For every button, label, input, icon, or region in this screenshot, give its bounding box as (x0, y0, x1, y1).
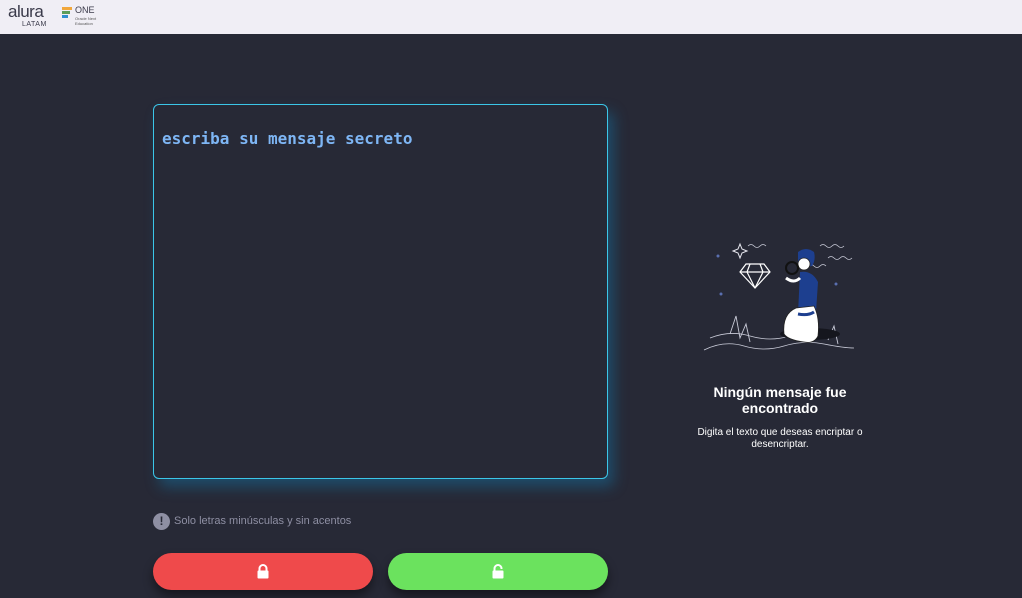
one-logo-text: ONE (75, 5, 95, 15)
input-hint: ! Solo letras minúsculas y sin acentos (153, 511, 351, 531)
lock-icon (257, 564, 269, 579)
exclamation-icon: ! (153, 512, 170, 530)
decrypt-button[interactable] (388, 553, 608, 590)
encrypt-button[interactable] (153, 553, 373, 590)
hint-text: Solo letras minúsculas y sin acentos (174, 515, 352, 527)
alura-logo[interactable]: alura LATAM (8, 2, 52, 32)
search-illustration-icon (703, 242, 855, 351)
message-input[interactable] (154, 105, 607, 478)
top-bar: alura LATAM ONE Oracle Next Education (0, 0, 1022, 34)
unlock-icon (492, 564, 504, 579)
result-title: Ningún mensaje fue encontrado (713, 384, 847, 416)
one-logo-subtext: Oracle Next Education (75, 16, 97, 26)
message-input-box (153, 104, 608, 479)
alura-logo-text: alura (8, 2, 44, 21)
alura-logo-subtext: LATAM (22, 21, 47, 28)
result-description: Digita el texto que deseas encriptar o d… (697, 427, 863, 450)
one-logo[interactable]: ONE Oracle Next Education (62, 5, 102, 29)
one-logo-bars-icon (62, 7, 72, 21)
